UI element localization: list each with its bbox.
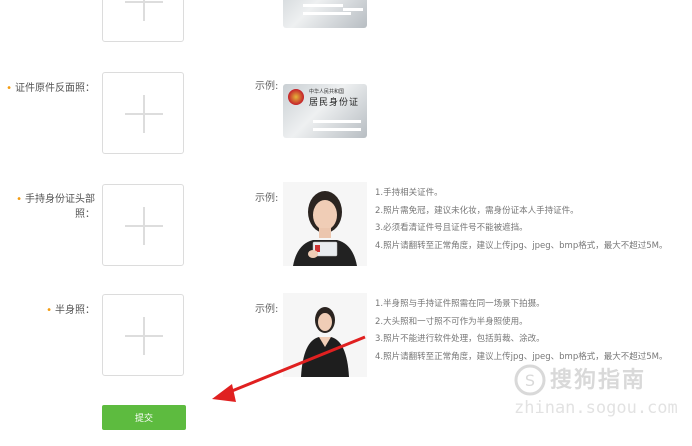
sogou-logo-icon: S [514, 364, 546, 396]
svg-text:S: S [525, 371, 535, 390]
watermark: S 搜狗指南 zhinan.sogou.com [510, 360, 685, 430]
